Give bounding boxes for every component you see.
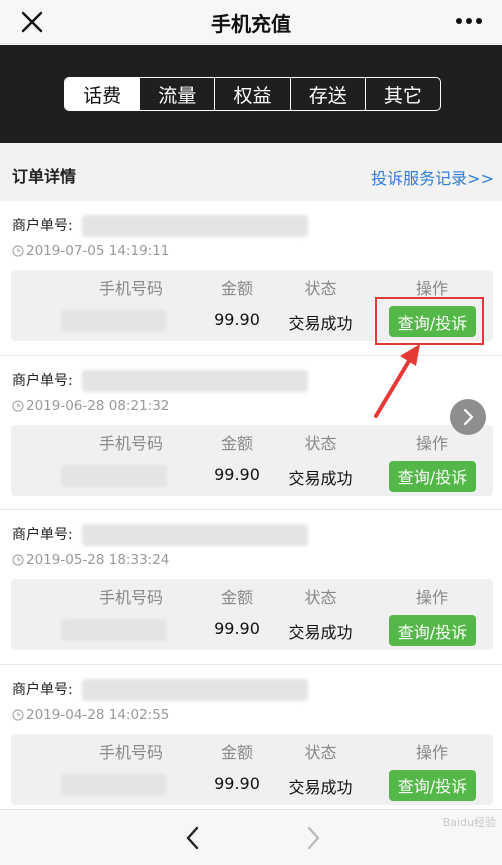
clock-icon bbox=[12, 399, 24, 412]
query-complain-button[interactable]: 查询/投诉 bbox=[389, 769, 476, 801]
tab-data[interactable]: 流量 bbox=[139, 78, 214, 110]
order-amount: 99.90 bbox=[214, 773, 260, 793]
order-amount: 99.90 bbox=[214, 464, 260, 484]
clock-icon bbox=[12, 554, 24, 566]
page-title: 手机充值 bbox=[211, 12, 291, 36]
phone-column-header: 手机号码 bbox=[98, 588, 163, 607]
order-time: 2019-06-28 08:21:32 bbox=[12, 398, 169, 414]
complaint-records-link[interactable]: 投诉服务记录>> bbox=[371, 165, 494, 189]
back-icon[interactable] bbox=[180, 824, 206, 852]
order-list: 商户单号: 2019-07-05 14:19:11 手机号码 金额 状态 操作 … bbox=[0, 201, 502, 819]
next-page-button[interactable] bbox=[450, 399, 486, 435]
phone-number-redacted bbox=[61, 773, 167, 796]
phone-number-redacted bbox=[61, 619, 167, 641]
merchant-number-label: 商户单号: bbox=[12, 527, 73, 543]
status-column-header: 状态 bbox=[304, 433, 337, 453]
phone-column-header: 手机号码 bbox=[98, 742, 163, 762]
order-amount: 99.90 bbox=[214, 619, 260, 638]
chevron-right-icon bbox=[463, 408, 474, 426]
category-banner: 话费 流量 权益 存送 其它 bbox=[0, 45, 502, 143]
tab-other[interactable]: 其它 bbox=[364, 78, 440, 110]
phone-column-header: 手机号码 bbox=[98, 279, 163, 298]
order-item: 商户单号: 2019-06-28 08:21:32 手机号码 金额 状态 操作 … bbox=[0, 355, 502, 510]
order-card: 手机号码 金额 状态 操作 99.90 交易成功 查询/投诉 bbox=[11, 733, 493, 805]
more-icon[interactable] bbox=[454, 9, 484, 33]
amount-column-header: 金额 bbox=[220, 279, 253, 298]
category-tabs: 话费 流量 权益 存送 其它 bbox=[64, 77, 441, 111]
order-item: 商户单号: 2019-07-05 14:19:11 手机号码 金额 状态 操作 … bbox=[0, 201, 502, 356]
order-amount: 99.90 bbox=[214, 310, 260, 329]
merchant-number-redacted bbox=[82, 678, 308, 701]
query-complain-button[interactable]: 查询/投诉 bbox=[389, 615, 476, 646]
merchant-number-redacted bbox=[82, 369, 308, 392]
action-column-header: 操作 bbox=[415, 742, 448, 762]
merchant-number-label: 商户单号: bbox=[12, 681, 73, 698]
order-time: 2019-07-05 14:19:11 bbox=[12, 243, 169, 259]
order-time: 2019-05-28 18:33:24 bbox=[12, 552, 169, 568]
order-status: 交易成功 bbox=[288, 777, 353, 797]
tab-phone-credit[interactable]: 话费 bbox=[65, 78, 140, 110]
order-card: 手机号码 金额 状态 操作 99.90 交易成功 查询/投诉 bbox=[11, 270, 493, 341]
bottom-browser-bar: Baidu经验 bbox=[0, 809, 502, 865]
section-title: 订单详情 bbox=[12, 167, 77, 186]
phone-column-header: 手机号码 bbox=[98, 433, 163, 453]
order-time-text: 2019-04-28 14:02:55 bbox=[26, 706, 170, 723]
order-status: 交易成功 bbox=[288, 623, 353, 642]
merchant-number-label: 商户单号: bbox=[12, 218, 73, 234]
amount-column-header: 金额 bbox=[220, 433, 253, 453]
merchant-number-label: 商户单号: bbox=[12, 372, 73, 389]
order-time: 2019-04-28 14:02:55 bbox=[12, 707, 169, 723]
order-time-text: 2019-05-28 18:33:24 bbox=[26, 552, 170, 568]
status-column-header: 状态 bbox=[304, 742, 337, 762]
query-complain-button[interactable]: 查询/投诉 bbox=[389, 306, 476, 337]
query-complain-button[interactable]: 查询/投诉 bbox=[389, 460, 476, 492]
tab-benefits[interactable]: 权益 bbox=[214, 78, 289, 110]
tab-deposit-gift[interactable]: 存送 bbox=[289, 78, 365, 110]
order-card: 手机号码 金额 状态 操作 99.90 交易成功 查询/投诉 bbox=[11, 424, 493, 496]
action-column-header: 操作 bbox=[415, 279, 448, 298]
action-column-header: 操作 bbox=[415, 588, 448, 607]
top-nav-bar: 手机充值 bbox=[0, 0, 502, 44]
amount-column-header: 金额 bbox=[220, 588, 253, 607]
merchant-number-redacted bbox=[82, 524, 308, 546]
order-time-text: 2019-06-28 08:21:32 bbox=[26, 397, 170, 414]
status-column-header: 状态 bbox=[304, 588, 337, 607]
clock-icon bbox=[12, 708, 24, 721]
status-column-header: 状态 bbox=[304, 279, 337, 298]
order-time-text: 2019-07-05 14:19:11 bbox=[26, 243, 170, 259]
amount-column-header: 金额 bbox=[220, 742, 253, 762]
merchant-number-redacted bbox=[82, 215, 308, 237]
order-item: 商户单号: 2019-05-28 18:33:24 手机号码 金额 状态 操作 … bbox=[0, 510, 502, 665]
order-status: 交易成功 bbox=[288, 314, 353, 333]
order-section-header: 订单详情 投诉服务记录>> bbox=[0, 143, 502, 201]
clock-icon bbox=[12, 245, 24, 257]
order-card: 手机号码 金额 状态 操作 99.90 交易成功 查询/投诉 bbox=[11, 579, 493, 650]
order-item: 商户单号: 2019-04-28 14:02:55 手机号码 金额 状态 操作 … bbox=[0, 664, 502, 819]
phone-number-redacted bbox=[61, 464, 167, 487]
order-status: 交易成功 bbox=[288, 468, 353, 488]
watermark: Baidu经验 bbox=[442, 816, 496, 829]
forward-icon[interactable] bbox=[300, 824, 326, 852]
phone-number-redacted bbox=[61, 310, 167, 332]
